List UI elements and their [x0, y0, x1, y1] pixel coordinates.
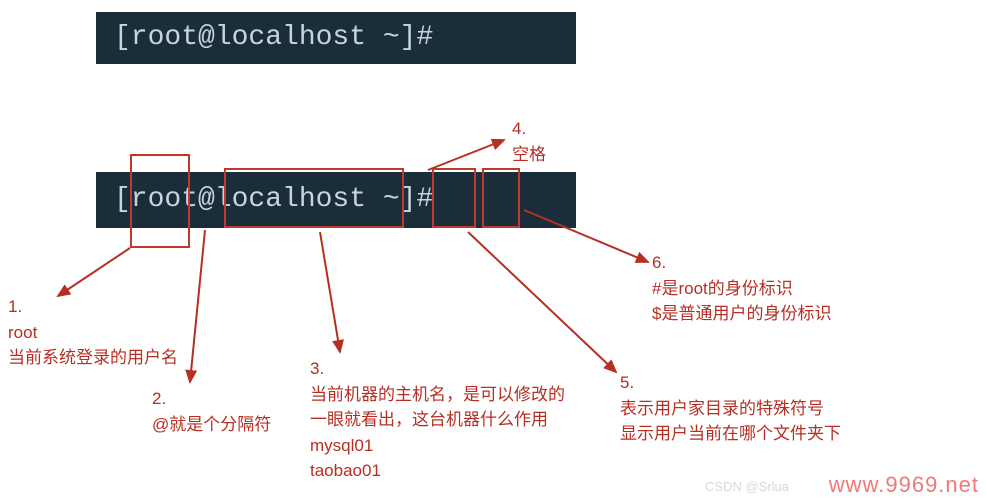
annotation-line: taobao01: [310, 461, 381, 480]
terminal-prompt-top: [root@localhost ~]#: [96, 12, 576, 64]
annotation-line: 表示用户家目录的特殊符号: [620, 399, 824, 418]
annotation-line: $是普通用户的身份标识: [652, 304, 831, 323]
annotation-number: 2.: [152, 386, 271, 412]
annotation-number: 1.: [8, 294, 178, 320]
annotation-line: 显示用户当前在哪个文件夹下: [620, 424, 841, 443]
annotation-line: 当前系统登录的用户名: [8, 348, 178, 367]
annotation-number: 3.: [310, 356, 565, 382]
highlight-box-tilde: [432, 168, 476, 228]
annotation-line: mysql01: [310, 436, 373, 455]
annotation-6-hash: 6. #是root的身份标识 $是普通用户的身份标识: [652, 250, 831, 327]
annotation-line: 一眼就看出，这台机器什么作用: [310, 410, 548, 429]
annotation-line: @就是个分隔符: [152, 415, 271, 434]
highlight-box-hostname: [224, 168, 404, 228]
annotation-number: 4.: [512, 116, 546, 142]
annotation-number: 5.: [620, 370, 841, 396]
annotation-2-at: 2. @就是个分隔符: [152, 386, 271, 437]
watermark-site: www.9969.net: [829, 472, 979, 498]
annotation-line: root: [8, 323, 37, 342]
annotation-3-hostname: 3. 当前机器的主机名，是可以修改的 一眼就看出，这台机器什么作用 mysql0…: [310, 356, 565, 484]
annotation-line: 空格: [512, 145, 546, 164]
annotation-number: 6.: [652, 250, 831, 276]
annotation-line: 当前机器的主机名，是可以修改的: [310, 385, 565, 404]
watermark-csdn: CSDN @Srlua: [705, 479, 789, 494]
annotation-1-root: 1. root 当前系统登录的用户名: [8, 294, 178, 371]
annotation-4-space: 4. 空格: [512, 116, 546, 167]
highlight-box-root: [130, 154, 190, 248]
highlight-box-hash: [482, 168, 520, 228]
annotation-5-tilde: 5. 表示用户家目录的特殊符号 显示用户当前在哪个文件夹下: [620, 370, 841, 447]
annotation-line: #是root的身份标识: [652, 279, 793, 298]
